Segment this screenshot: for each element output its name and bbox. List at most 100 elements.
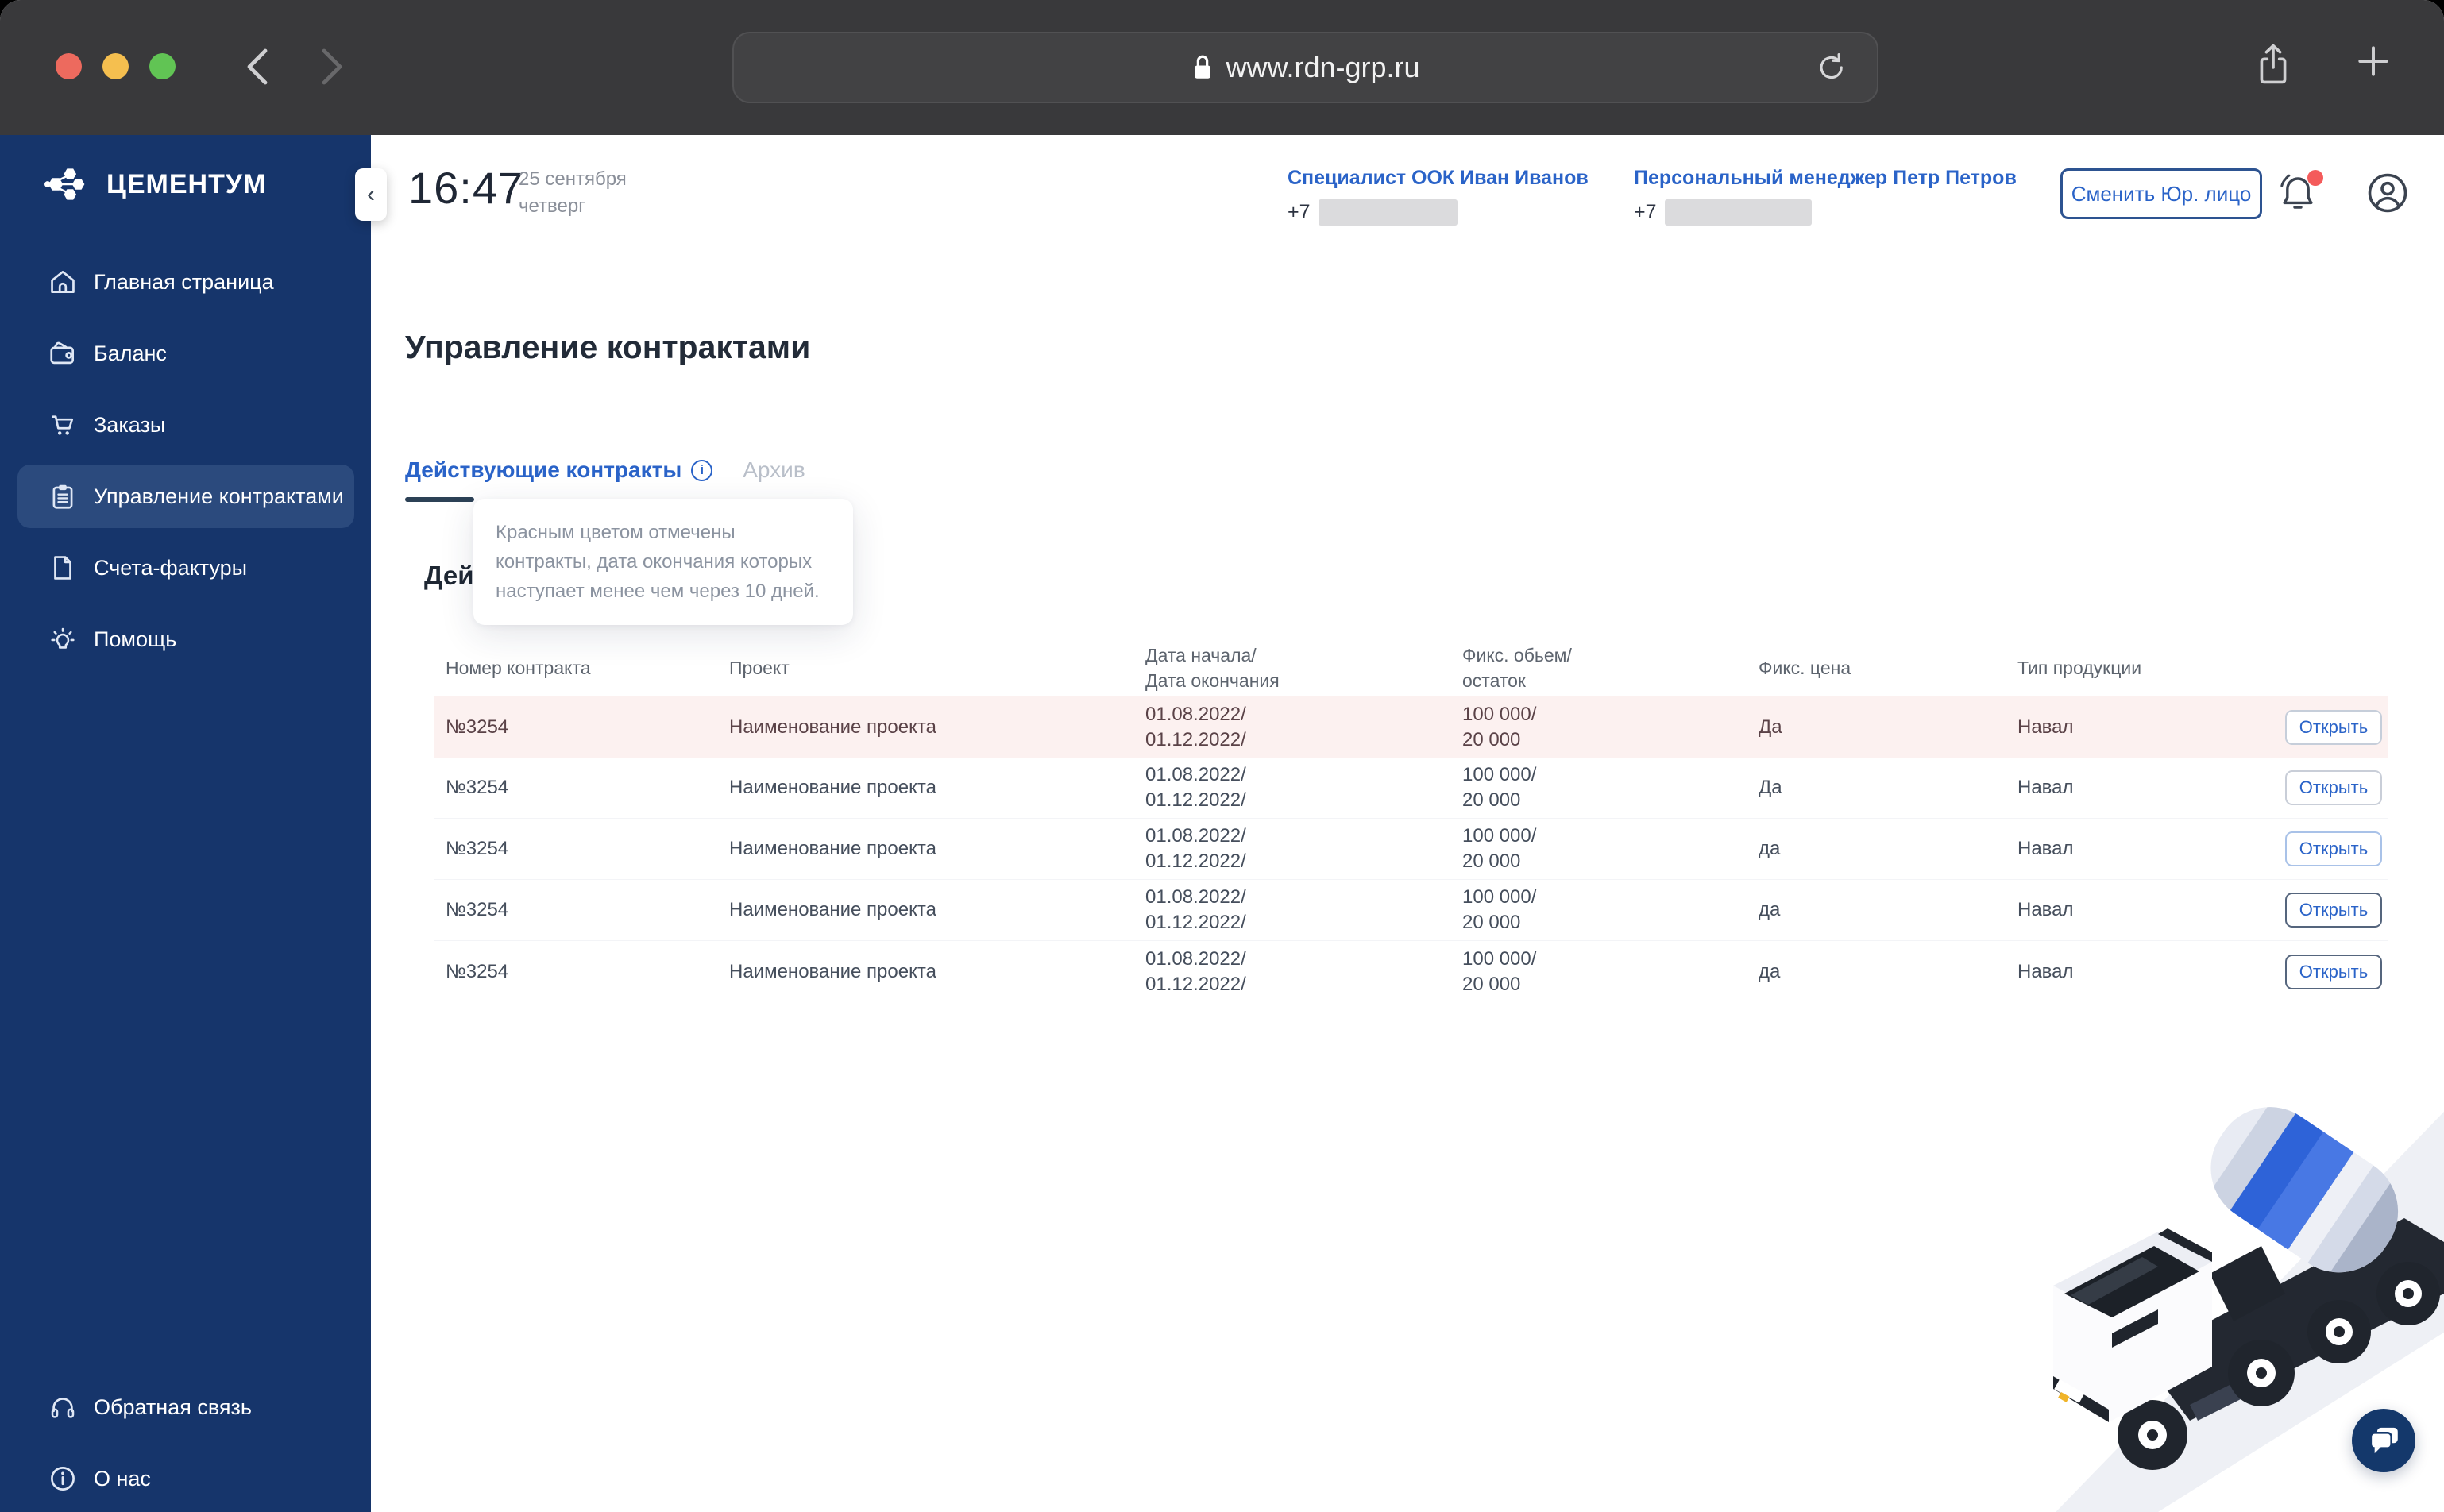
open-contract-button[interactable]: Открыть <box>2285 893 2382 928</box>
contract-number-cell: №3254 <box>446 777 509 798</box>
sidebar-item-label: Обратная связь <box>94 1394 252 1419</box>
sidebar-item[interactable]: Баланс <box>0 318 371 389</box>
fixed-price-cell: да <box>1759 960 1781 982</box>
contract-number-cell: №3254 <box>446 838 509 859</box>
browser-chrome: www.rdn-grp.ru <box>0 0 2444 135</box>
sidebar-item[interactable]: О нас <box>0 1443 371 1512</box>
browser-window: www.rdn-grp.ru ЦЕМЕНТУМ ‹ Главная страни… <box>0 0 2444 1512</box>
product-type-cell: Навал <box>2017 716 2074 738</box>
sidebar-item[interactable]: Главная страница <box>0 246 371 318</box>
sidebar-item-label: Главная страница <box>94 269 274 294</box>
open-contract-button[interactable]: Открыть <box>2285 709 2382 745</box>
product-type-cell: Навал <box>2017 777 2074 798</box>
browser-back-button[interactable] <box>232 41 283 92</box>
chat-button[interactable] <box>2352 1409 2415 1472</box>
contract-number-cell: №3254 <box>446 960 509 982</box>
sidebar-item[interactable]: Счета-фактуры <box>0 532 371 604</box>
contact-specialist-phone-prefix: +7 <box>1288 201 1311 223</box>
sidebar-item-label: Помощь <box>94 627 177 651</box>
sidebar-item-label: Счета-фактуры <box>94 555 248 580</box>
sidebar-item-label: Управление контрактами <box>94 484 344 508</box>
page-title: Управление контрактами <box>405 329 811 365</box>
info-icon <box>48 1464 78 1494</box>
table-header-cell: Тип продукции <box>2017 658 2142 678</box>
share-button[interactable] <box>2255 41 2291 87</box>
clock-date: 25 сентября <box>519 168 627 190</box>
open-contract-button[interactable]: Открыть <box>2285 831 2382 866</box>
volume-cell: 100 000/20 000 <box>1462 764 1537 811</box>
product-type-cell: Навал <box>2017 960 2074 982</box>
table-header-cell: Номер контракта <box>446 658 591 678</box>
contact-manager-phone-prefix: +7 <box>1634 201 1657 223</box>
tabs: Действующие контракты i Архив <box>405 457 805 483</box>
open-contract-button[interactable]: Открыть <box>2285 954 2382 989</box>
chat-bubbles-icon <box>2369 1427 2398 1454</box>
fixed-price-cell: да <box>1759 899 1781 920</box>
notifications-button[interactable] <box>2277 170 2325 218</box>
chevron-right-icon <box>322 48 342 85</box>
idea-icon <box>48 624 78 654</box>
change-legal-entity-button[interactable]: Сменить Юр. лицо <box>2060 168 2262 219</box>
zoom-window-button[interactable] <box>149 53 176 79</box>
logo[interactable]: ЦЕМЕНТУМ <box>44 165 266 203</box>
url-text: www.rdn-grp.ru <box>1226 51 1420 83</box>
home-icon <box>48 267 78 297</box>
dates-cell: 01.08.2022/01.12.2022/ <box>1145 703 1246 750</box>
dates-cell: 01.08.2022/01.12.2022/ <box>1145 825 1246 872</box>
contact-manager-name[interactable]: Персональный менеджер Петр Петров <box>1634 167 2017 190</box>
project-cell: Наименование проекта <box>729 838 936 859</box>
sidebar-item-label: Баланс <box>94 341 167 365</box>
clipboard-icon <box>48 481 78 511</box>
contact-specialist-name[interactable]: Специалист ООК Иван Иванов <box>1288 167 1589 190</box>
active-tab-underline <box>405 497 474 502</box>
fixed-price-cell: да <box>1759 838 1781 859</box>
table-header-row: Номер контракта Проект Дата начала/Дата ок… <box>434 639 2388 696</box>
redacted-phone-number <box>1664 199 1812 226</box>
dates-cell: 01.08.2022/01.12.2022/ <box>1145 764 1246 811</box>
sidebar-item-label: О нас <box>94 1466 151 1491</box>
sidebar-item[interactable]: Обратная связь <box>0 1371 371 1443</box>
sidebar-item[interactable]: Помощь <box>0 604 371 675</box>
dates-cell: 01.08.2022/01.12.2022/ <box>1145 886 1246 933</box>
redacted-phone-number <box>1318 199 1458 226</box>
window-controls <box>56 53 176 79</box>
info-icon[interactable]: i <box>691 459 713 481</box>
open-button-cell: Открыть <box>2285 893 2388 928</box>
contact-manager: Персональный менеджер Петр Петров +7 <box>1634 167 2017 226</box>
logo-text: ЦЕМЕНТУМ <box>106 168 267 199</box>
table-row: №3254 Наименование проекта 01.08.2022/01.1… <box>434 819 2388 880</box>
user-account-icon <box>2368 173 2407 213</box>
account-button[interactable] <box>2366 172 2409 214</box>
wallet-icon <box>48 338 78 368</box>
sidebar-nav: Главная страница Баланс Заказы Управление к… <box>0 246 371 675</box>
table-row: №3254 Наименование проекта 01.08.2022/01.1… <box>434 880 2388 941</box>
new-tab-button[interactable] <box>2353 41 2393 87</box>
clock-weekday: четверг <box>519 195 585 217</box>
tab-archive[interactable]: Архив <box>743 457 805 483</box>
reload-button[interactable] <box>1815 51 1848 84</box>
sidebar-footer-nav: Обратная связь О нас <box>0 1371 371 1512</box>
table-row: №3254 Наименование проекта 01.08.2022/01.1… <box>434 941 2388 1002</box>
dates-cell: 01.08.2022/01.12.2022/ <box>1145 947 1246 995</box>
product-type-cell: Навал <box>2017 899 2074 920</box>
tab-active-contracts[interactable]: Действующие контракты i <box>405 457 713 483</box>
address-bar[interactable]: www.rdn-grp.ru <box>732 32 1878 103</box>
table-header-cell: Фикс. обьем/остаток <box>1462 645 1572 691</box>
open-contract-button[interactable]: Открыть <box>2285 770 2382 805</box>
sidebar-item[interactable]: Заказы <box>0 389 371 461</box>
sidebar-collapse-button[interactable]: ‹ <box>355 168 387 221</box>
project-cell: Наименование проекта <box>729 899 936 920</box>
expiring-contracts-tooltip: Красным цветом отмечены контракты, дата … <box>473 499 853 625</box>
sidebar-item[interactable]: Управление контрактами <box>17 465 354 528</box>
close-window-button[interactable] <box>56 53 82 79</box>
minimize-window-button[interactable] <box>102 53 129 79</box>
browser-forward-button[interactable] <box>307 41 357 92</box>
table-header-cell: Проект <box>729 658 790 678</box>
contact-specialist: Специалист ООК Иван Иванов +7 <box>1288 167 1589 226</box>
table-body: №3254 Наименование проекта 01.08.2022/01.1… <box>434 696 2388 1002</box>
chevron-left-icon <box>247 48 268 85</box>
volume-cell: 100 000/20 000 <box>1462 947 1537 995</box>
fixed-price-cell: Да <box>1759 716 1782 738</box>
notification-badge <box>2307 170 2323 186</box>
lock-icon <box>1195 55 1211 79</box>
